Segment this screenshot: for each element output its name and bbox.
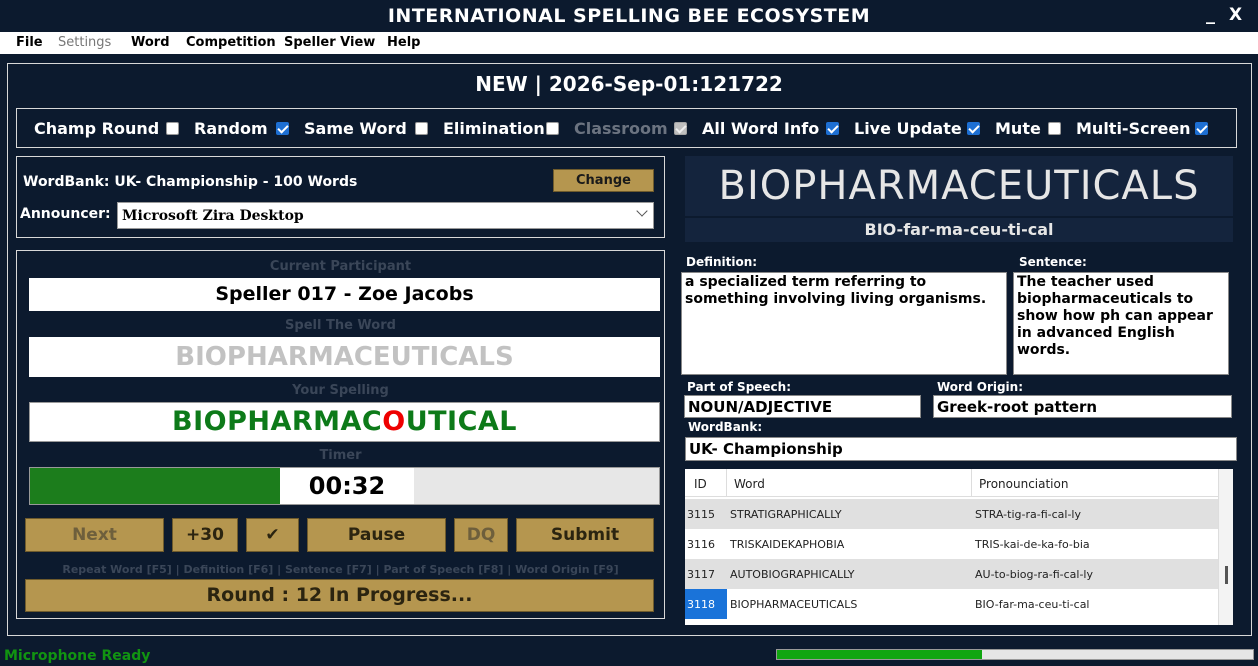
minimize-button[interactable]: _: [1206, 4, 1215, 25]
option-mute-label: Mute: [995, 119, 1041, 138]
word-origin-label: Word Origin:: [937, 380, 1024, 394]
pause-button[interactable]: Pause: [307, 518, 446, 552]
next-button[interactable]: Next: [25, 518, 164, 552]
scrollbar-thumb[interactable]: [1225, 566, 1228, 584]
row-word: TRISKAIDEKAPHOBIA: [730, 538, 845, 551]
sentence-label: Sentence:: [1019, 255, 1087, 269]
option-mute-checkbox[interactable]: [1048, 122, 1061, 135]
option-live-update-checkbox[interactable]: [967, 122, 980, 135]
row-id: 3115: [687, 508, 715, 521]
wordbank-info-label: WordBank:: [688, 420, 763, 434]
row-word: BIOPHARMACEUTICALS: [730, 598, 858, 611]
close-button[interactable]: X: [1229, 5, 1242, 25]
part-of-speech-field[interactable]: NOUN/ADJECTIVE: [684, 395, 921, 418]
word-grid[interactable]: ID Word Pronounciation 3115 STRATIGRAPHI…: [685, 469, 1233, 625]
sentence-text[interactable]: The teacher used biopharmaceuticals to s…: [1013, 272, 1229, 375]
column-header-pronounciation[interactable]: Pronounciation: [979, 477, 1068, 491]
menu-settings[interactable]: Settings: [58, 35, 111, 50]
microphone-status: Microphone Ready: [4, 648, 151, 664]
part-of-speech-label: Part of Speech:: [687, 380, 792, 394]
menu-bar: File Settings Word Competition Speller V…: [0, 32, 1258, 54]
pronunciation-display: BIO-far-ma-ceu-ti-cal: [685, 218, 1233, 242]
check-icon: ✔: [265, 525, 280, 545]
spelling-wrong-letter: O: [382, 406, 406, 437]
option-all-word-info-checkbox[interactable]: [826, 122, 839, 135]
grid-header: ID Word Pronounciation: [685, 469, 1218, 497]
table-row[interactable]: 3116 TRISKAIDEKAPHOBIA TRIS-kai-de-ka-fo…: [685, 529, 1218, 559]
menu-word[interactable]: Word: [131, 35, 170, 50]
wordbank-label: WordBank: UK- Championship - 100 Words: [23, 174, 358, 190]
disqualify-button[interactable]: DQ: [454, 518, 508, 552]
row-id: 3116: [687, 538, 715, 551]
app-title: INTERNATIONAL SPELLING BEE ECOSYSTEM: [387, 5, 871, 27]
menu-help[interactable]: Help: [387, 35, 420, 50]
column-divider: [726, 469, 727, 497]
option-same-word-checkbox[interactable]: [415, 122, 428, 135]
definition-text[interactable]: a specialized term referring to somethin…: [681, 272, 1007, 375]
status-progress-fill: [777, 650, 982, 659]
participant-caption: Current Participant: [269, 259, 412, 274]
column-header-id[interactable]: ID: [694, 477, 707, 491]
option-random-checkbox[interactable]: [276, 122, 289, 135]
your-spelling-caption: Your Spelling: [292, 383, 389, 398]
menu-speller-view[interactable]: Speller View: [284, 35, 375, 50]
table-row[interactable]: 3117 AUTOBIOGRAPHICALLY AU-to-biog-ra-fi…: [685, 559, 1218, 589]
hotkeys-hint: Repeat Word [F5] | Definition [F6] | Sen…: [62, 563, 619, 576]
word-origin-field[interactable]: Greek-root pattern: [933, 395, 1232, 418]
row-pronounciation: AU-to-biog-ra-fi-cal-ly: [975, 568, 1093, 581]
option-classroom-label: Classroom: [574, 119, 668, 138]
option-multi-screen-checkbox[interactable]: [1195, 122, 1208, 135]
timer-caption: Timer: [319, 448, 362, 463]
announcer-select[interactable]: Microsoft Zira Desktop: [117, 202, 654, 229]
definition-label: Definition:: [686, 255, 758, 269]
option-elimination-label: Elimination: [443, 119, 545, 138]
row-pronounciation: TRIS-kai-de-ka-fo-bia: [975, 538, 1090, 551]
grid-scrollbar[interactable]: [1218, 469, 1233, 625]
column-divider: [971, 469, 972, 497]
option-classroom-checkbox: [674, 122, 687, 135]
word-display: BIOPHARMACEUTICALS: [685, 156, 1233, 216]
timer-fill: [30, 468, 282, 504]
option-random-label: Random: [194, 119, 268, 138]
wordbank-info-field[interactable]: UK- Championship: [685, 437, 1237, 461]
current-participant: Speller 017 - Zoe Jacobs: [29, 278, 660, 311]
timer-value: 00:32: [280, 468, 414, 504]
option-champ-round-label: Champ Round: [34, 119, 160, 138]
row-pronounciation: STRA-tig-ra-fi-cal-ly: [975, 508, 1081, 521]
column-header-word[interactable]: Word: [734, 477, 765, 491]
spell-caption: Spell The Word: [285, 318, 396, 333]
speller-spelling: BIOPHARMACOUTICAL: [29, 402, 660, 442]
option-champ-round-checkbox[interactable]: [166, 122, 179, 135]
spelling-correct-part: BIOPHARMAC: [172, 406, 383, 437]
row-word: AUTOBIOGRAPHICALLY: [730, 568, 855, 581]
row-id: 3118: [685, 589, 727, 619]
table-row[interactable]: 3115 STRATIGRAPHICALLY STRA-tig-ra-fi-ca…: [685, 499, 1218, 529]
round-status: Round : 12 In Progress...: [25, 579, 654, 612]
option-live-update-label: Live Update: [854, 119, 962, 138]
target-word: BIOPHARMACEUTICALS: [29, 337, 660, 377]
announcer-label: Announcer:: [20, 206, 111, 222]
option-all-word-info-label: All Word Info: [702, 119, 820, 138]
table-row-selected[interactable]: 3118 BIOPHARMACEUTICALS BIO-far-ma-ceu-t…: [685, 589, 1218, 619]
spelling-correct-part: UTICAL: [405, 406, 517, 437]
menu-competition[interactable]: Competition: [186, 35, 276, 50]
option-same-word-label: Same Word: [304, 119, 407, 138]
submit-button[interactable]: Submit: [516, 518, 654, 552]
add-30-seconds-button[interactable]: +30: [172, 518, 238, 552]
menu-file[interactable]: File: [16, 35, 43, 50]
row-word: STRATIGRAPHICALLY: [730, 508, 842, 521]
row-pronounciation: BIO-far-ma-ceu-ti-cal: [975, 598, 1090, 611]
check-button[interactable]: ✔: [246, 518, 299, 552]
session-heading: NEW | 2026-Sep-01:121722: [475, 72, 783, 96]
title-bar: INTERNATIONAL SPELLING BEE ECOSYSTEM _ X: [0, 0, 1258, 32]
option-elimination-checkbox[interactable]: [546, 122, 559, 135]
option-multi-screen-label: Multi-Screen: [1076, 119, 1191, 138]
row-id: 3117: [687, 568, 715, 581]
change-wordbank-button[interactable]: Change: [553, 169, 654, 192]
